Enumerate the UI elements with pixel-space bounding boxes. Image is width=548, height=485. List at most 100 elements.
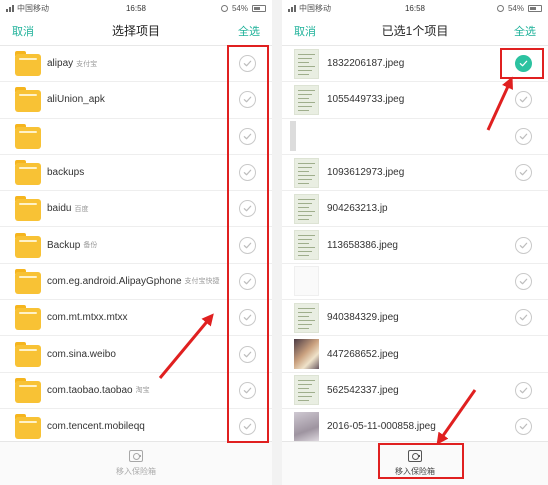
folder-icon <box>15 414 41 440</box>
item-subtitle: 备份 <box>83 242 98 250</box>
folder-icon <box>15 268 41 294</box>
folder-icon <box>15 377 41 403</box>
checkbox[interactable] <box>239 309 256 327</box>
list-item[interactable]: 940384329.jpeg <box>282 300 548 337</box>
item-name: com.taobao.taobao <box>47 384 133 396</box>
list-item[interactable]: baidu 百度 <box>0 191 272 228</box>
checkbox[interactable] <box>515 418 532 436</box>
select-all-button[interactable]: 全选 <box>238 23 260 39</box>
checkbox[interactable] <box>515 309 532 327</box>
item-name: com.tencent.mobileqq <box>47 421 145 433</box>
move-to-safe-button[interactable]: 移入保险箱 <box>116 466 156 477</box>
checkbox[interactable] <box>515 381 532 399</box>
folder-icon <box>15 232 41 258</box>
checkbox[interactable] <box>239 345 256 363</box>
battery-percent: 54% <box>231 3 248 13</box>
item-name: baidu <box>47 203 72 215</box>
list-item[interactable] <box>282 264 548 301</box>
checkbox[interactable] <box>239 91 256 109</box>
checkbox[interactable] <box>239 272 256 290</box>
status-left: 中国移动 <box>6 3 49 14</box>
list-item[interactable]: aliUnion_apk <box>0 82 272 119</box>
safe-icon[interactable] <box>129 450 143 462</box>
list-item[interactable]: com.eg.android.AlipayGphone 支付宝快捷 <box>0 264 272 301</box>
item-name: com.sina.weibo <box>47 348 116 360</box>
alarm-icon <box>220 4 228 12</box>
checkbox[interactable] <box>515 91 532 109</box>
item-subtitle: 淘宝 <box>135 387 150 395</box>
item-name: 1055449733.jpeg <box>327 94 405 106</box>
list-item[interactable]: com.tencent.mobileqq <box>0 409 272 446</box>
move-to-safe-button[interactable]: 移入保险箱 <box>395 466 435 477</box>
list-item[interactable]: 1093612973.jpeg <box>282 155 548 192</box>
cancel-button[interactable]: 取消 <box>294 23 316 39</box>
list-item[interactable]: 447268652.jpeg <box>282 336 548 373</box>
folder-icon <box>15 341 41 367</box>
bottom-bar: 移入保险箱 <box>0 441 272 485</box>
list-item[interactable]: com.sina.weibo <box>0 336 272 373</box>
carrier-label: 中国移动 <box>299 3 331 13</box>
checkbox[interactable] <box>239 236 256 254</box>
folder-icon <box>15 305 41 331</box>
list-item[interactable]: 113658386.jpeg <box>282 227 548 264</box>
image-thumbnail <box>294 48 319 79</box>
folder-icon <box>15 160 41 186</box>
alarm-icon <box>496 4 504 12</box>
item-name: 2016-05-11-000858.jpeg <box>327 421 436 433</box>
safe-icon[interactable] <box>408 450 422 462</box>
battery-icon <box>528 4 542 12</box>
checkbox[interactable] <box>239 164 256 182</box>
item-name: 113658386.jpeg <box>327 239 398 251</box>
list-item[interactable] <box>282 119 548 155</box>
item-subtitle: 支付宝 <box>76 60 98 68</box>
list-item[interactable]: Backup 备份 <box>0 227 272 264</box>
image-list: 1832206187.jpeg 1055449733.jpeg 1093612973… <box>282 46 548 446</box>
list-item[interactable]: alipay 支付宝 <box>0 46 272 83</box>
item-name: Backup <box>47 239 81 251</box>
select-all-button[interactable]: 全选 <box>514 23 536 39</box>
bottom-bar: 移入保险箱 <box>282 441 548 485</box>
left-screen: 中国移动 16:58 54% 取消 选择项目 全选 alipay 支付宝 aliUn… <box>0 0 272 485</box>
item-name: 940384329.jpeg <box>327 312 399 324</box>
signal-icon <box>288 4 296 12</box>
checkbox[interactable] <box>515 164 532 182</box>
image-thumbnail <box>290 121 296 152</box>
item-name: com.mt.mtxx.mtxx <box>47 312 128 324</box>
checkbox[interactable] <box>239 200 256 218</box>
folder-icon <box>15 87 41 113</box>
list-item[interactable]: 1055449733.jpeg <box>282 82 548 119</box>
folder-icon <box>15 51 41 77</box>
list-item[interactable]: 562542337.jpeg <box>282 373 548 409</box>
item-name: 562542337.jpeg <box>327 384 399 396</box>
nav-bar: 取消 选择项目 全选 <box>0 16 272 46</box>
checkbox[interactable] <box>239 381 256 399</box>
cancel-button[interactable]: 取消 <box>12 23 34 39</box>
checkbox[interactable] <box>515 127 532 145</box>
list-item[interactable]: com.taobao.taobao 淘宝 <box>0 373 272 409</box>
checkbox[interactable] <box>515 55 532 73</box>
signal-icon <box>6 4 14 12</box>
checkbox[interactable] <box>515 272 532 290</box>
list-item[interactable]: 904263213.jp <box>282 191 548 228</box>
folder-icon <box>15 123 41 149</box>
item-name: 904263213.jp <box>327 203 388 215</box>
battery-icon <box>252 4 266 12</box>
checkbox[interactable] <box>239 418 256 436</box>
folder-icon <box>15 196 41 222</box>
right-screen: 中国移动 16:58 54% 取消 已选1个项目 全选 1832206187.j… <box>282 0 548 485</box>
status-bar: 中国移动 16:58 54% <box>0 0 272 16</box>
page-title: 已选1个项目 <box>381 24 449 38</box>
nav-bar: 取消 已选1个项目 全选 <box>282 16 548 46</box>
list-item[interactable]: com.mt.mtxx.mtxx <box>0 300 272 337</box>
item-name: backups <box>47 167 85 179</box>
checkbox[interactable] <box>239 127 256 145</box>
image-thumbnail <box>294 230 319 261</box>
list-item[interactable]: backups <box>0 155 272 192</box>
page-title: 选择项目 <box>111 24 160 38</box>
list-item[interactable]: 1832206187.jpeg <box>282 46 548 83</box>
list-item[interactable] <box>0 119 272 155</box>
list-item[interactable]: 2016-05-11-000858.jpeg <box>282 409 548 446</box>
image-thumbnail <box>294 411 319 442</box>
checkbox[interactable] <box>239 55 256 73</box>
checkbox[interactable] <box>515 236 532 254</box>
